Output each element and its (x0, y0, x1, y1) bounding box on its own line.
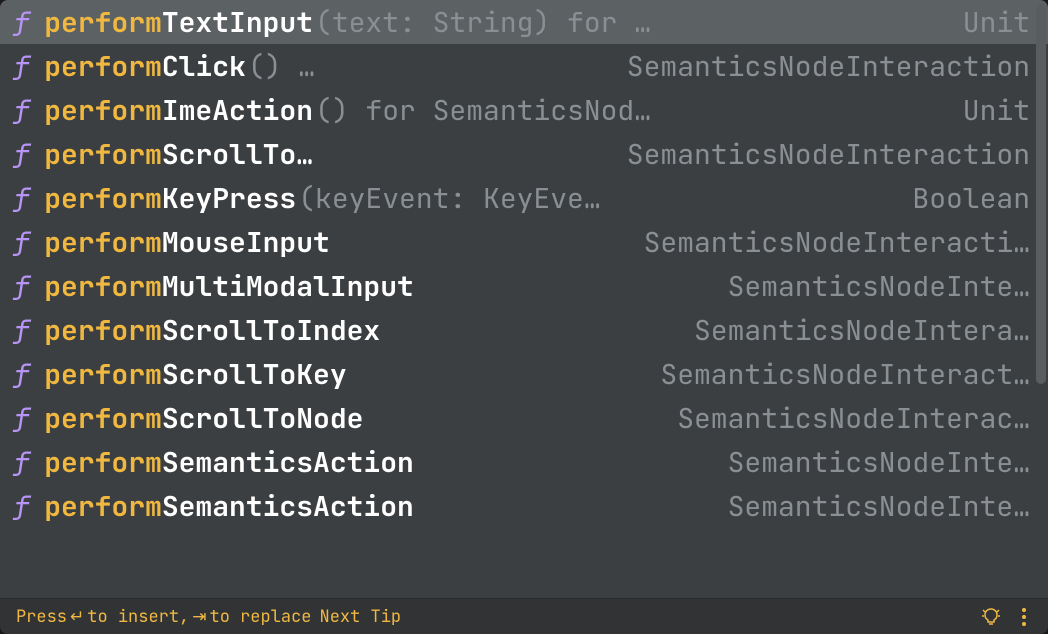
return-type: Boolean (912, 180, 1030, 217)
scrollbar[interactable] (1036, 4, 1046, 384)
press-label: Press (16, 606, 67, 628)
method-name: performSemanticsAction (44, 444, 414, 481)
autocomplete-popup: fperformTextInput(text: String) for …Uni… (0, 0, 1048, 634)
return-type: SemanticsNodeInteraction (627, 48, 1030, 85)
matched-text: perform (44, 488, 162, 525)
method-name: performScrollTo… (44, 136, 313, 173)
return-type: SemanticsNodeInteraction (627, 136, 1030, 173)
method-rest: TextInput (162, 4, 313, 41)
suggestion-item[interactable]: f performSemanticsAction SemanticsNodeInte… (0, 484, 1048, 528)
method-signature: (text: String) for … (315, 4, 945, 41)
return-type: SemanticsNodeInte… (728, 268, 1030, 305)
function-icon: f (14, 444, 30, 480)
method-rest: ImeAction (162, 92, 313, 129)
method-rest: Click (162, 48, 246, 85)
suggestion-item[interactable]: f performTextInput(text: String) for … Uni… (0, 0, 1048, 44)
matched-text: perform (44, 180, 162, 217)
method-signature: () … (248, 48, 609, 85)
suggestion-item[interactable]: f performScrollToIndex SemanticsNodeIntera… (0, 308, 1048, 352)
method-rest: MultiModalInput (162, 268, 414, 305)
method-name: performClick (44, 48, 246, 85)
method-rest: SemanticsAction (162, 488, 414, 525)
suggestion-item[interactable]: f performImeAction() for SemanticsNod… Uni… (0, 88, 1048, 132)
method-name: performScrollToNode (44, 400, 363, 437)
function-icon: f (14, 488, 30, 524)
matched-text: perform (44, 92, 162, 129)
matched-text: perform (44, 136, 162, 173)
matched-text: perform (44, 312, 162, 349)
method-rest: ScrollToNode (162, 400, 364, 437)
footer-hint-text: Press ↵ to insert, ⇥ to replace (16, 606, 312, 628)
method-name: performKeyPress (44, 180, 296, 217)
method-signature: () for SemanticsNod… (315, 92, 945, 129)
suggestion-item[interactable]: f performKeyPress(keyEvent: KeyEve… Boolea… (0, 176, 1048, 220)
suggestion-item[interactable]: f performSemanticsAction SemanticsNodeInte… (0, 440, 1048, 484)
matched-text: perform (44, 4, 162, 41)
method-name: performSemanticsAction (44, 488, 414, 525)
replace-label: to replace (210, 606, 312, 628)
function-icon: f (14, 268, 30, 304)
suggestion-item[interactable]: f performScrollTo… SemanticsNodeInteractio… (0, 132, 1048, 176)
function-icon: f (14, 224, 30, 260)
suggestion-item[interactable]: f performScrollToNode SemanticsNodeInterac… (0, 396, 1048, 440)
method-signature: (keyEvent: KeyEve… (298, 180, 894, 217)
replace-key: ⇥ (192, 607, 206, 627)
matched-text: perform (44, 444, 162, 481)
return-type: SemanticsNodeInterac… (677, 400, 1030, 437)
matched-text: perform (44, 224, 162, 261)
suggestion-item[interactable]: f performMultiModalInput SemanticsNodeInte… (0, 264, 1048, 308)
method-name: performScrollToKey (44, 356, 346, 393)
suggestion-item[interactable]: f performClick() … SemanticsNodeInteractio… (0, 44, 1048, 88)
matched-text: perform (44, 268, 162, 305)
method-rest: MouseInput (162, 224, 330, 261)
method-rest: KeyPress (162, 180, 296, 217)
matched-text: perform (44, 48, 162, 85)
insert-label: to insert, (87, 606, 189, 628)
method-name: performScrollToIndex (44, 312, 380, 349)
method-rest: ScrollTo… (162, 136, 313, 173)
function-icon: f (14, 312, 30, 348)
suggestion-item[interactable]: f performScrollToKey SemanticsNodeInteract… (0, 352, 1048, 396)
suggestion-item[interactable]: f performMouseInput SemanticsNodeInteracti… (0, 220, 1048, 264)
matched-text: perform (44, 356, 162, 393)
function-icon: f (14, 180, 30, 216)
method-name: performImeAction (44, 92, 313, 129)
function-icon: f (14, 400, 30, 436)
more-options-icon[interactable] (1016, 606, 1032, 628)
matched-text: perform (44, 400, 162, 437)
return-type: SemanticsNodeInteract… (660, 356, 1030, 393)
return-type: SemanticsNodeInte… (728, 488, 1030, 525)
function-icon: f (14, 92, 30, 128)
method-rest: ScrollToIndex (162, 312, 380, 349)
footer-bar: Press ↵ to insert, ⇥ to replace Next Tip (0, 598, 1048, 634)
next-tip-link[interactable]: Next Tip (320, 606, 402, 628)
method-rest: ScrollToKey (162, 356, 347, 393)
function-icon: f (14, 356, 30, 392)
return-type: SemanticsNodeIntera… (694, 312, 1030, 349)
return-type: SemanticsNodeInte… (728, 444, 1030, 481)
return-type: Unit (963, 4, 1030, 41)
function-icon: f (14, 4, 30, 40)
return-type: Unit (963, 92, 1030, 129)
method-name: performTextInput (44, 4, 313, 41)
function-icon: f (14, 48, 30, 84)
method-name: performMouseInput (44, 224, 330, 261)
function-icon: f (14, 136, 30, 172)
method-name: performMultiModalInput (44, 268, 414, 305)
method-rest: SemanticsAction (162, 444, 414, 481)
return-type: SemanticsNodeInteracti… (644, 224, 1030, 261)
lightbulb-icon[interactable] (980, 606, 1002, 628)
suggestions-list: fperformTextInput(text: String) for …Uni… (0, 0, 1048, 598)
insert-key: ↵ (70, 607, 84, 627)
